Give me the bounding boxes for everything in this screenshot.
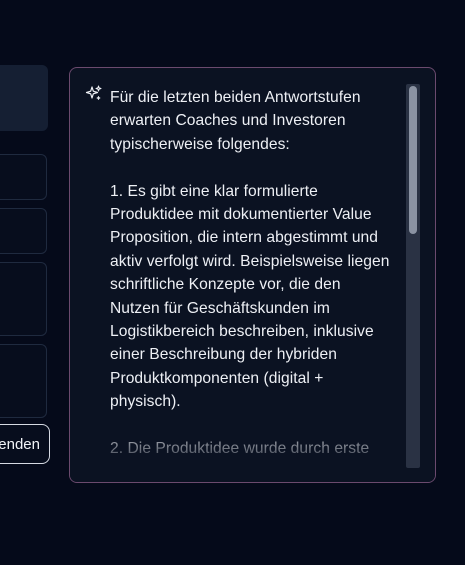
sparkle-icon [85,85,103,103]
scrollbar[interactable] [406,84,420,468]
ai-suggestion-text: Für die letzten beiden Antwortstufen erw… [110,89,390,458]
input-field-1[interactable] [0,154,47,200]
page: enden Für die letzten beiden Antwortstuf… [0,0,465,565]
input-field-4[interactable] [0,344,47,418]
ai-suggestion-panel: Für die letzten beiden Antwortstufen erw… [69,67,436,483]
left-card[interactable] [0,65,48,131]
send-button[interactable]: enden [0,424,50,464]
input-field-3[interactable] [0,262,47,336]
scrollbar-thumb[interactable] [409,86,417,234]
input-field-2[interactable] [0,208,47,254]
